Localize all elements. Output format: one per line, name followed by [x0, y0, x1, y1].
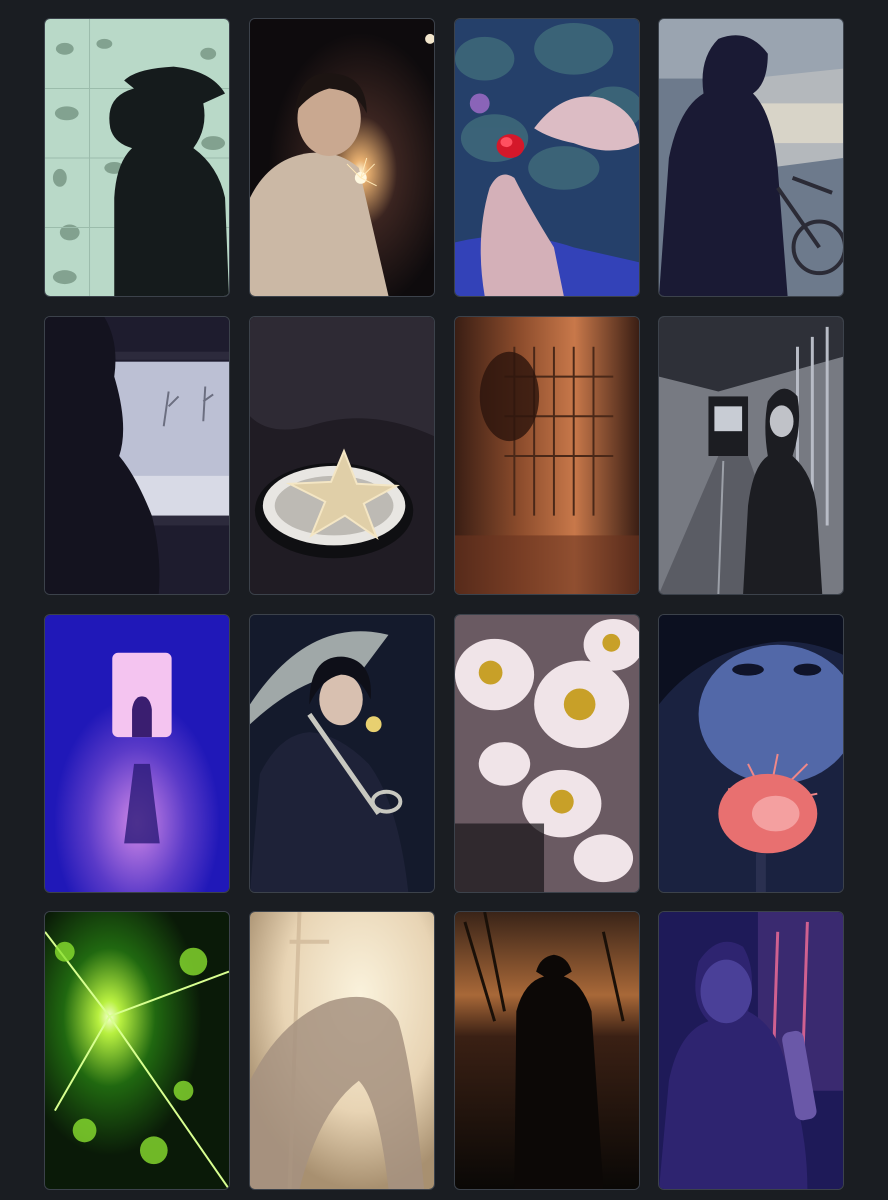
still-tile-figure-in-hat-sunset[interactable]: [454, 911, 640, 1190]
still-tile-doorway-silhouette[interactable]: [44, 614, 230, 893]
still-tile-face-with-red-flower[interactable]: [658, 614, 844, 893]
still-tile-daisies[interactable]: [454, 614, 640, 893]
still-tile-hands-red-flower[interactable]: [454, 18, 640, 297]
still-tile-child-violet-light[interactable]: [658, 911, 844, 1190]
still-tile-silhouette-in-hat[interactable]: [44, 18, 230, 297]
film-stills-grid: [0, 0, 888, 1200]
still-tile-hazy-figure[interactable]: [249, 911, 435, 1190]
figure-in-hat-sunset-icon: [455, 912, 639, 1189]
silhouette-in-hat-icon: [45, 19, 229, 296]
window-silhouette-icon: [45, 317, 229, 594]
figure-with-bicycle-icon: [659, 19, 843, 296]
still-tile-figure-with-bicycle[interactable]: [658, 18, 844, 297]
child-violet-light-icon: [659, 912, 843, 1189]
still-tile-umbrella-portrait[interactable]: [249, 614, 435, 893]
still-tile-window-silhouette[interactable]: [44, 316, 230, 595]
still-tile-green-starburst[interactable]: [44, 911, 230, 1190]
doorway-silhouette-icon: [45, 615, 229, 892]
hands-red-flower-icon: [455, 19, 639, 296]
daisies-icon: [455, 615, 639, 892]
figure-in-corridor-icon: [659, 317, 843, 594]
umbrella-portrait-icon: [250, 615, 434, 892]
amber-corridor-icon: [455, 317, 639, 594]
starfish-icon: [250, 317, 434, 594]
sparkler-portrait-icon: [250, 19, 434, 296]
still-tile-amber-corridor[interactable]: [454, 316, 640, 595]
hazy-figure-icon: [250, 912, 434, 1189]
green-starburst-icon: [45, 912, 229, 1189]
still-tile-figure-in-corridor[interactable]: [658, 316, 844, 595]
still-tile-sparkler-portrait[interactable]: [249, 18, 435, 297]
still-tile-starfish[interactable]: [249, 316, 435, 595]
face-with-red-flower-icon: [659, 615, 843, 892]
